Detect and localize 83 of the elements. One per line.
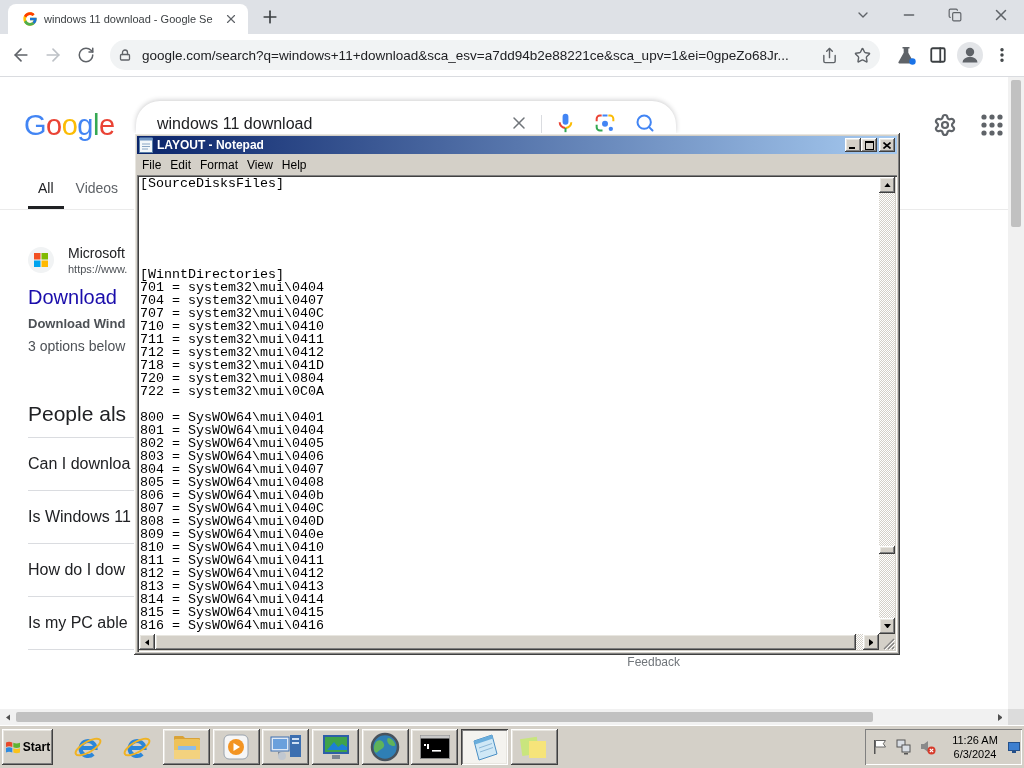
camera-search-icon[interactable] xyxy=(595,113,615,133)
lock-icon xyxy=(119,49,131,61)
taskbar-button[interactable] xyxy=(411,729,459,765)
desktop-icon[interactable] xyxy=(1008,741,1020,753)
caret-right-icon xyxy=(868,638,874,646)
taskbar-button[interactable] xyxy=(312,729,360,765)
close-icon[interactable] xyxy=(224,12,238,26)
side-panel-icon[interactable] xyxy=(929,46,947,64)
minimize-button[interactable] xyxy=(845,138,861,152)
scroll-down-button[interactable] xyxy=(879,618,895,634)
menu-item[interactable]: Format xyxy=(196,157,243,172)
clock-time: 11:26 AM xyxy=(952,733,998,747)
scroll-left-button[interactable] xyxy=(139,634,155,650)
window-title: LAYOUT - Notepad xyxy=(157,138,264,152)
taskbar-button[interactable] xyxy=(163,729,210,765)
g-logo-icon xyxy=(22,11,38,27)
maximize-icon xyxy=(864,140,874,150)
menu-item[interactable]: File xyxy=(138,157,166,172)
caret-down-icon xyxy=(883,623,891,629)
question-item[interactable]: Is Windows 11 xyxy=(28,507,131,527)
flag-icon[interactable] xyxy=(872,739,888,755)
menu-item[interactable]: Help xyxy=(277,157,311,172)
document-text: [SourceDisksFiles] [WinntDirectories] 701 = system32\mui\0404 704 = system32\mui\0407 707 = system32\mui\040C 710 = system32\mui\0410 711 = system32\mui\0411 712 = system32\mui\0412 718 = system32\mui\041D 720 = system32\mui\0804 722 = system32\mui\0C0A 800 = SysWOW64\mui\0401 801 = SysWOW64\mui\0404 802 = SysWOW64\mui\0405 803 = SysWOW64\mui\0406 804 = SysWOW64\mui\0407 805 = SysWOW64\mui\0408 806 = SysWOW64\mui\040b 807 = SysWOW64\mui\040C 808 = SysWOW64\mui\040D 809 = SysWOW64\mui\040e 810 = SysWOW64\mui\0410 811 = SysWOW64\mui\0411 812 = SysWOW64\mui\0412 813 = SysWOW64\mui\0413 814 = SysWOW64\mui\0414 815 = SysWOW64\mui\0415 816 = SysWOW64\mui\0416 xyxy=(139,177,324,632)
scroll-right-button[interactable] xyxy=(863,634,879,650)
avatar-icon[interactable] xyxy=(957,42,983,68)
scrollbar-corner xyxy=(1008,709,1024,725)
network-icon[interactable] xyxy=(896,739,912,755)
scrollbar-thumb[interactable] xyxy=(1011,80,1021,227)
settings-icon[interactable] xyxy=(933,113,957,137)
menu-item[interactable]: Edit xyxy=(166,157,196,172)
globe-icon xyxy=(370,732,401,762)
scroll-up-button[interactable] xyxy=(879,177,895,193)
taskbar-button[interactable] xyxy=(361,729,409,765)
section-heading: People als xyxy=(28,401,127,427)
search-tab[interactable]: All xyxy=(28,170,64,209)
terminal-icon xyxy=(419,735,450,759)
maximize-button[interactable] xyxy=(861,138,877,152)
scroll-right-icon xyxy=(997,713,1003,721)
monitor-icon xyxy=(320,733,351,761)
close-button[interactable] xyxy=(879,138,895,152)
site-logo-icon xyxy=(28,247,54,273)
taskbar-button[interactable] xyxy=(510,729,558,765)
caret-left-icon xyxy=(144,638,150,646)
search-icon[interactable] xyxy=(635,113,655,133)
feedback-link[interactable]: Feedback xyxy=(627,655,680,669)
share-icon[interactable] xyxy=(820,46,838,64)
windows-flag-icon xyxy=(4,739,21,755)
apps-grid-icon[interactable] xyxy=(981,114,1003,136)
question-item[interactable]: Can I downloa xyxy=(28,454,131,474)
resize-grip-icon xyxy=(883,638,895,650)
search-field[interactable]: windows 11 download xyxy=(136,101,676,133)
result-subtitle: Download Wind xyxy=(28,315,126,333)
site-url: https://www. xyxy=(68,261,128,276)
scrollbar-thumb[interactable] xyxy=(16,712,873,722)
restore-icon[interactable] xyxy=(948,8,962,22)
question-item[interactable]: Is my PC able xyxy=(28,613,128,633)
flask-icon[interactable] xyxy=(896,45,916,65)
folder-icon xyxy=(171,733,202,761)
menu-item[interactable]: View xyxy=(243,157,277,172)
site-name: Microsoft xyxy=(68,244,126,262)
browser-tab[interactable]: windows 11 download - Google Se xyxy=(8,4,248,34)
scrollbar-thumb[interactable] xyxy=(879,545,895,554)
close-icon xyxy=(883,141,891,149)
play-icon xyxy=(223,734,250,760)
clock-date: 6/3/2024 xyxy=(953,747,997,761)
result-snippet: 3 options below xyxy=(28,337,126,356)
reload-icon[interactable] xyxy=(76,46,95,64)
taskbar-button[interactable] xyxy=(262,729,310,765)
question-item[interactable]: How do I dow xyxy=(28,560,125,580)
start-button[interactable]: Start xyxy=(2,729,53,765)
microphone-icon[interactable] xyxy=(556,113,574,133)
google-logo: Google xyxy=(24,110,115,140)
taskbar-button[interactable] xyxy=(212,729,260,765)
result-title-link[interactable]: Download xyxy=(28,284,117,310)
taskbar-button[interactable] xyxy=(461,729,509,765)
search-tab[interactable]: Videos xyxy=(65,170,129,209)
speaker-muted-icon[interactable] xyxy=(920,739,936,755)
caret-up-icon xyxy=(883,182,891,188)
star-icon[interactable] xyxy=(853,46,871,64)
notepad-icon xyxy=(139,137,153,153)
computer-panel-icon xyxy=(269,733,302,761)
scroll-left-icon xyxy=(5,713,11,721)
address-bar[interactable]: google.com/search?q=windows+11+download&sca_esv=a7dd94b2e88221ce&sca_upv=1&ei=0gpeZo68Jr... xyxy=(110,40,880,70)
